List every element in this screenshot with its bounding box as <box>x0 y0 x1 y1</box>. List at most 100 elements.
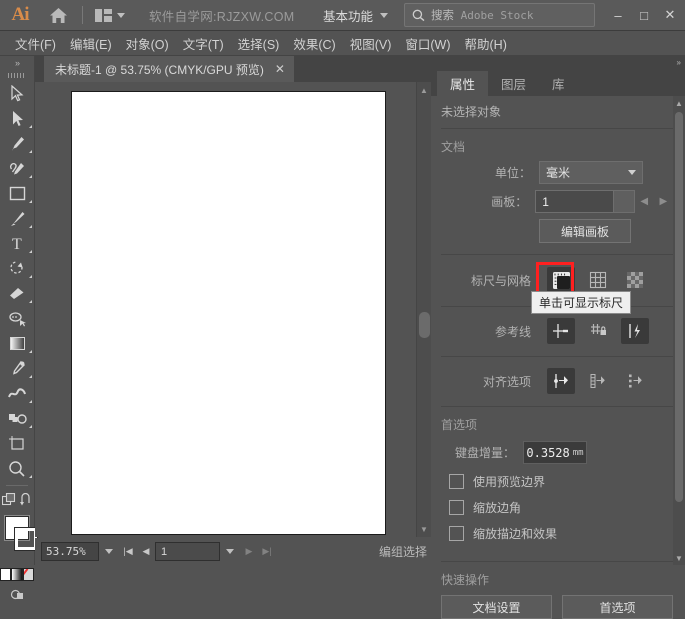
minimize-button[interactable]: – <box>605 3 631 27</box>
no-selection-label: 未选择对象 <box>441 105 502 119</box>
tab-layers[interactable]: 图层 <box>488 71 539 96</box>
panel-vertical-scrollbar[interactable]: ▲ ▼ <box>673 96 685 565</box>
tab-properties[interactable]: 属性 <box>437 71 489 96</box>
stroke-swatch[interactable] <box>14 527 38 551</box>
search-adobe-stock-input[interactable]: 搜索 Adobe Stock <box>404 3 595 27</box>
pen-tool[interactable] <box>0 131 34 156</box>
artboard-dropdown-icon[interactable] <box>220 543 240 560</box>
close-button[interactable]: ✕ <box>657 3 683 27</box>
zoom-dropdown-icon[interactable] <box>99 543 119 560</box>
color-swatch-icon[interactable] <box>0 568 12 581</box>
selection-tool[interactable] <box>0 81 34 106</box>
preferences-section: 首选项 键盘增量： 0.3528 mm 使用预览边界 缩放边角 缩放描边和效果 <box>441 407 673 562</box>
previous-artboard-button[interactable]: ◀ <box>635 196 654 207</box>
checkbox-row[interactable]: 缩放描边和效果 <box>449 525 673 542</box>
checkbox-row[interactable]: 缩放边角 <box>449 499 673 516</box>
menu-file[interactable]: 文件(F) <box>8 34 63 53</box>
next-artboard-button[interactable]: ▶ <box>654 196 673 207</box>
gradient-swatch-icon[interactable] <box>11 568 23 581</box>
keyboard-increment-label: 键盘增量： <box>454 446 515 460</box>
zoom-tool[interactable] <box>0 456 34 481</box>
menu-type[interactable]: 文字(T) <box>176 34 231 53</box>
toolbar-divider <box>6 485 28 486</box>
eraser-tool[interactable] <box>0 281 34 306</box>
menu-window[interactable]: 窗口(W) <box>398 34 457 53</box>
document-setup-button[interactable]: 文档设置 <box>441 595 552 619</box>
last-artboard-icon[interactable]: ▶| <box>258 546 276 557</box>
next-artboard-icon[interactable]: ▶ <box>240 546 258 557</box>
menu-help[interactable]: 帮助(H) <box>458 34 514 53</box>
keyboard-increment-input[interactable]: 0.3528 mm <box>523 441 587 464</box>
toolbar-collapse-icon[interactable]: » <box>0 56 34 70</box>
tab-libraries[interactable]: 库 <box>539 71 578 96</box>
panel-scroll-up-icon[interactable]: ▲ <box>673 96 685 110</box>
zoom-level-input[interactable]: 53.75% <box>41 542 99 561</box>
panel-collapse-icon[interactable]: » <box>431 56 685 69</box>
show-grid-icon[interactable] <box>584 267 612 293</box>
artboard[interactable] <box>71 91 386 535</box>
artboard-dropdown-button[interactable] <box>614 190 635 213</box>
menu-effect[interactable]: 效果(C) <box>286 34 342 53</box>
lasso-tool[interactable] <box>0 306 34 331</box>
lock-guides-icon[interactable] <box>584 318 612 344</box>
type-tool[interactable]: T <box>0 231 34 256</box>
close-icon[interactable]: ✕ <box>275 62 285 76</box>
tool-flyout-indicator <box>29 200 32 203</box>
edit-toolbar-icon[interactable] <box>1 492 17 510</box>
checkbox-row[interactable]: 使用预览边界 <box>449 473 673 490</box>
preferences-button[interactable]: 首选项 <box>562 595 673 619</box>
menu-edit[interactable]: 编辑(E) <box>63 34 119 53</box>
menu-select[interactable]: 选择(S) <box>231 34 287 53</box>
scale-corners-checkbox[interactable] <box>449 500 464 515</box>
canvas-vertical-scrollbar[interactable]: ▲ ▼ <box>416 82 431 537</box>
maximize-button[interactable]: □ <box>631 3 657 27</box>
rectangle-tool[interactable] <box>0 181 34 206</box>
scroll-up-icon[interactable]: ▲ <box>417 82 431 98</box>
artboard-tool[interactable] <box>0 431 34 456</box>
home-icon[interactable] <box>40 7 76 24</box>
menu-object[interactable]: 对象(O) <box>119 34 176 53</box>
workspace-switcher[interactable]: 基本功能 <box>323 6 388 25</box>
unit-select[interactable]: 毫米 <box>539 161 643 184</box>
rotate-tool[interactable] <box>0 256 34 281</box>
shape-builder-tool[interactable] <box>0 406 34 431</box>
menu-view[interactable]: 视图(V) <box>343 34 399 53</box>
arrange-documents-button[interactable] <box>89 4 131 26</box>
canvas-area[interactable]: ▲ ▼ <box>35 82 431 537</box>
first-artboard-icon[interactable]: |◀ <box>119 546 137 557</box>
tool-flyout-indicator <box>29 475 32 478</box>
artboard-label: 画板： <box>491 195 528 209</box>
scrollbar-thumb[interactable] <box>419 312 430 338</box>
scroll-down-icon[interactable]: ▼ <box>417 521 431 537</box>
smart-guides-icon[interactable] <box>621 318 649 344</box>
show-guides-icon[interactable] <box>547 318 575 344</box>
artboard-number-input[interactable]: 1 <box>155 542 220 561</box>
edit-artboard-button[interactable]: 编辑画板 <box>539 219 631 243</box>
width-tool[interactable] <box>0 381 34 406</box>
panel-scroll-down-icon[interactable]: ▼ <box>673 551 685 565</box>
snap-to-point-icon[interactable] <box>547 368 575 394</box>
tool-flyout-indicator <box>29 150 32 153</box>
artboard-input[interactable]: 1 <box>535 190 615 213</box>
direct-selection-tool[interactable] <box>0 106 34 131</box>
panel-scrollbar-thumb[interactable] <box>675 112 683 502</box>
screen-mode-icon[interactable] <box>10 588 25 604</box>
snap-to-pixel-icon[interactable] <box>621 368 649 394</box>
swap-fill-stroke-icon[interactable] <box>19 492 33 509</box>
eyedropper-tool[interactable] <box>0 356 34 381</box>
document-tab-title: 未标题-1 @ 53.75% (CMYK/GPU 预览) <box>55 62 264 77</box>
curvature-tool[interactable] <box>0 156 34 181</box>
use-preview-bounds-checkbox[interactable] <box>449 474 464 489</box>
none-swatch-icon[interactable] <box>22 568 34 581</box>
gradient-tool[interactable] <box>0 331 34 356</box>
show-transparency-grid-icon[interactable] <box>621 267 649 293</box>
quick-actions-buttons: 文档设置 首选项 <box>441 595 673 619</box>
document-tab[interactable]: 未标题-1 @ 53.75% (CMYK/GPU 预览) ✕ <box>44 56 294 82</box>
chevron-down-icon <box>628 170 636 175</box>
paintbrush-tool[interactable] <box>0 206 34 231</box>
scale-strokes-effects-checkbox[interactable] <box>449 526 464 541</box>
panel-body: ▲ ▼ 未选择对象 文档 单位： 毫米 画板： 1 ◀ ▶ 编辑画板 标尺与网格… <box>431 96 685 619</box>
snap-to-grid-icon[interactable] <box>584 368 612 394</box>
previous-artboard-icon[interactable]: ◀ <box>137 546 155 557</box>
toolbar-drag-handle[interactable] <box>0 70 34 81</box>
